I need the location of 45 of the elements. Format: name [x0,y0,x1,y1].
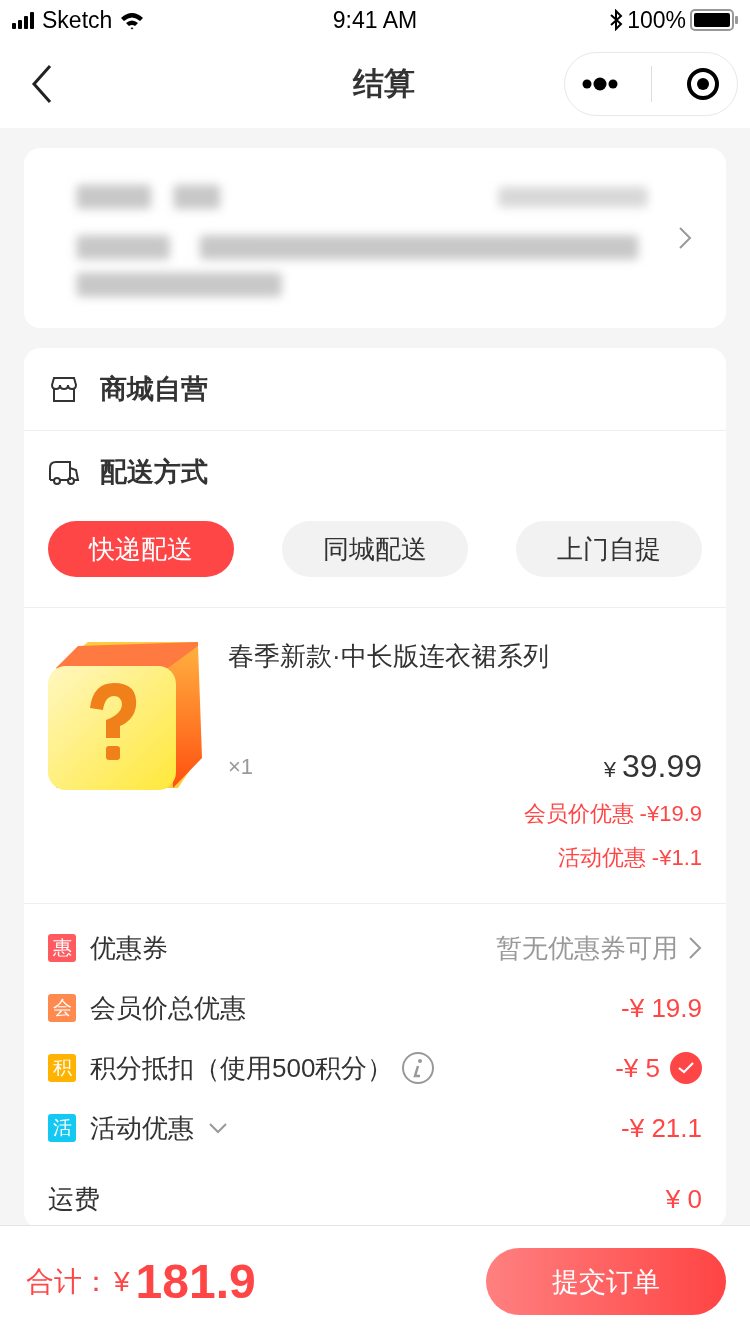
signal-icon [12,11,34,29]
product-title: 春季新款·中长版连衣裙系列 [228,640,550,673]
battery-icon [690,9,738,31]
summary-label: 积分抵扣（使用500积分） [90,1051,394,1085]
product-price: ¥ 39.99 [603,748,702,785]
discount-text: 活动优惠 -¥1.1 [556,844,702,872]
carrier-name: Sketch [42,6,113,34]
badge-label: 惠 [48,934,76,962]
check-icon [678,1062,694,1074]
delivery-option[interactable]: 上门自提 [516,521,702,577]
info-icon[interactable] [401,1051,436,1085]
status-time: 9:41 AM [331,6,419,34]
summary-label: 运费 [48,1182,100,1216]
target-icon[interactable] [686,67,721,101]
total-amount: 181.9 [135,1254,256,1309]
summary-value: -¥ 19.9 [621,992,702,1024]
currency-symbol: ¥ [114,1265,130,1298]
wifi-icon [120,10,145,30]
discount-text: 会员价优惠 -¥19.9 [522,800,702,828]
chevron-right-icon [678,226,692,250]
badge-label: 会 [48,994,76,1022]
section-title: 配送方式 [100,456,208,489]
delivery-option[interactable]: 同城配送 [282,521,468,577]
summary-label: 会员价总优惠 [90,991,246,1025]
summary-label: 活动优惠 [90,1111,194,1145]
summary-value: -¥ 21.1 [621,1112,702,1144]
summary-value: 暂无优惠券可用 [496,931,678,965]
quantity: ×1 [228,753,254,780]
summary-value: ¥ 0 [665,1183,702,1215]
checkbox[interactable] [670,1052,702,1084]
summary-value: -¥ 5 [615,1052,660,1084]
back-icon[interactable] [30,64,54,104]
truck-icon [48,458,80,486]
battery-percent: 100% [627,6,686,34]
summary-label: 优惠券 [90,931,168,965]
badge-label: 积 [48,1054,76,1082]
chevron-right-icon[interactable] [688,936,702,960]
more-icon[interactable] [581,76,618,92]
store-icon [48,375,80,403]
page-title: 结算 [351,65,416,103]
badge-label: 活 [48,1114,76,1142]
store-name: 商城自营 [100,373,208,406]
caret-icon[interactable] [208,1122,228,1134]
total-label: 合计： [26,1264,110,1299]
bluetooth-icon [609,9,624,31]
